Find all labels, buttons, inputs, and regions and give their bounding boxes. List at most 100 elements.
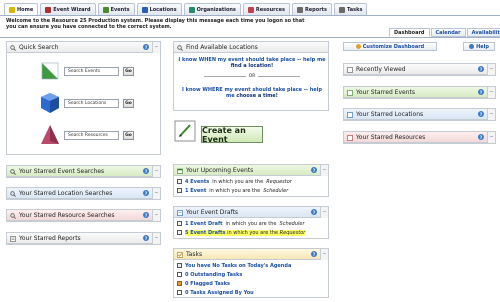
help-icon[interactable]: ? bbox=[143, 212, 149, 218]
star-icon bbox=[347, 89, 353, 96]
search-icon bbox=[10, 212, 16, 219]
minimize-icon[interactable]: − bbox=[320, 206, 328, 218]
starred-resource-searches-panel: Your Starred Resource Searches ? − bbox=[6, 209, 161, 222]
agenda-icon bbox=[177, 263, 182, 268]
star-icon bbox=[347, 134, 353, 141]
tasks-flagged-row[interactable]: 0 Flagged Tasks bbox=[174, 279, 328, 288]
tab-label: Locations bbox=[149, 6, 177, 13]
recently-viewed-title: Recently Viewed bbox=[356, 65, 406, 73]
tab-reports[interactable]: Reports bbox=[291, 3, 333, 15]
starred-event-searches-title: Your Starred Event Searches bbox=[19, 167, 105, 175]
organizations-icon bbox=[188, 6, 195, 13]
drafts-requestor-row[interactable]: 5 Event Drafts in which you are the Requ… bbox=[174, 228, 328, 237]
search-events-input[interactable]: Search Events bbox=[64, 66, 119, 76]
or-divider: OR bbox=[174, 74, 330, 79]
help-button[interactable]: Help bbox=[463, 42, 495, 51]
tab-dashboard[interactable]: Dashboard bbox=[389, 28, 430, 37]
draft-icon bbox=[177, 230, 182, 235]
help-icon[interactable]: ? bbox=[478, 134, 484, 140]
customize-dashboard-button[interactable]: Customize Dashboard bbox=[343, 42, 437, 51]
search-resources-row: Search Resources Go bbox=[40, 124, 134, 146]
starred-reports-title: Your Starred Reports bbox=[19, 234, 81, 242]
tab-home[interactable]: Home bbox=[4, 3, 39, 15]
help-icon[interactable]: ? bbox=[311, 251, 317, 257]
find-by-when-link[interactable]: I know WHEN my event should take place -… bbox=[178, 57, 326, 69]
create-event-icon[interactable] bbox=[174, 120, 196, 142]
starred-resources-panel: Your Starred Resources ? − bbox=[343, 131, 496, 144]
starred-locations-panel: Your Starred Locations ? − bbox=[343, 108, 496, 121]
minimize-icon[interactable]: − bbox=[152, 232, 160, 244]
minimize-icon[interactable]: − bbox=[152, 41, 160, 53]
help-icon[interactable]: ? bbox=[143, 44, 149, 50]
minimize-icon[interactable]: − bbox=[487, 108, 495, 120]
quick-search-panel: Quick Search ? − Search Events Go Search… bbox=[6, 41, 161, 155]
search-locations-input[interactable]: Search Locations bbox=[64, 98, 119, 108]
starred-location-searches-header: Your Starred Location Searches ? − bbox=[7, 187, 160, 199]
tab-tasks[interactable]: Tasks bbox=[334, 3, 368, 15]
view-tabs: Dashboard Calendar Availability bbox=[389, 28, 500, 37]
upcoming-events-title: Your Upcoming Events bbox=[186, 166, 254, 174]
starred-resource-searches-title: Your Starred Resource Searches bbox=[19, 211, 115, 219]
tasks-assigned-row[interactable]: 0 Tasks Assigned By You bbox=[174, 288, 328, 297]
find-by-where-link[interactable]: I know WHERE my event should take place … bbox=[178, 87, 326, 99]
help-icon[interactable]: ? bbox=[478, 66, 484, 72]
event-drafts-title: Your Event Drafts bbox=[186, 208, 239, 216]
event-drafts-header: Your Event Drafts ? − bbox=[174, 206, 328, 218]
minimize-icon[interactable]: − bbox=[152, 187, 160, 199]
minimize-icon[interactable]: − bbox=[152, 209, 160, 221]
upcoming-requestor-row[interactable]: 4 Events in which you are the Requestor bbox=[174, 177, 328, 186]
minimize-icon[interactable]: − bbox=[487, 63, 495, 75]
minimize-icon[interactable]: − bbox=[487, 131, 495, 143]
upcoming-scheduler-row[interactable]: 1 Event in which you are the Scheduler bbox=[174, 186, 328, 195]
tab-calendar[interactable]: Calendar bbox=[430, 28, 466, 37]
draft-icon bbox=[177, 221, 182, 226]
starred-events-header: Your Starred Events ? − bbox=[344, 86, 495, 98]
find-locations-panel: Find Available Locations I know WHEN my … bbox=[173, 41, 329, 111]
search-resources-input[interactable]: Search Resources bbox=[64, 130, 119, 140]
events-icon bbox=[102, 6, 109, 13]
minimize-icon[interactable]: − bbox=[320, 164, 328, 176]
tasks-header: Tasks ? − bbox=[174, 248, 328, 260]
tab-label: Resources bbox=[255, 6, 285, 13]
tab-label: Tasks bbox=[347, 6, 363, 13]
home-icon bbox=[9, 6, 15, 13]
help-icon[interactable]: ? bbox=[311, 167, 317, 173]
minimize-icon[interactable]: − bbox=[320, 248, 328, 260]
help-icon[interactable]: ? bbox=[143, 168, 149, 174]
create-event-button[interactable]: Create an Event bbox=[201, 126, 263, 144]
starred-events-title: Your Starred Events bbox=[356, 88, 415, 96]
starred-locations-header: Your Starred Locations ? − bbox=[344, 108, 495, 120]
minimize-icon[interactable]: − bbox=[487, 86, 495, 98]
help-icon[interactable]: ? bbox=[143, 235, 149, 241]
tab-events[interactable]: Events bbox=[97, 3, 135, 15]
upcoming-events-panel: Your Upcoming Events ? − 4 Events in whi… bbox=[173, 164, 329, 197]
reports-icon bbox=[296, 6, 303, 13]
starred-locations-title: Your Starred Locations bbox=[356, 110, 424, 118]
tab-label: Organizations bbox=[196, 6, 236, 13]
find-locations-header: Find Available Locations bbox=[174, 42, 328, 53]
help-icon[interactable]: ? bbox=[478, 89, 484, 95]
tab-locations[interactable]: Locations bbox=[136, 3, 182, 15]
help-icon[interactable]: ? bbox=[478, 111, 484, 117]
tab-availability[interactable]: Availability bbox=[466, 28, 500, 37]
gear-icon bbox=[355, 44, 361, 49]
event-drafts-panel: Your Event Drafts ? − 1 Event Draft in w… bbox=[173, 206, 329, 239]
star-icon bbox=[347, 111, 353, 118]
tab-event-wizard[interactable]: Event Wizard bbox=[40, 3, 96, 15]
main-tab-bar: Home Event Wizard Events Locations Organizat… bbox=[4, 3, 368, 15]
tasks-outstanding-row[interactable]: 0 Outstanding Tasks bbox=[174, 270, 328, 279]
search-resources-go-button[interactable]: Go bbox=[123, 130, 134, 140]
help-icon[interactable]: ? bbox=[143, 190, 149, 196]
help-icon[interactable]: ? bbox=[311, 209, 317, 215]
report-icon bbox=[10, 235, 16, 242]
search-locations-go-button[interactable]: Go bbox=[123, 98, 134, 108]
minimize-icon[interactable]: − bbox=[152, 165, 160, 177]
tasks-agenda-row[interactable]: You have No Tasks on Today's Agenda bbox=[174, 261, 328, 270]
tab-organizations[interactable]: Organizations bbox=[183, 3, 241, 15]
event-wizard-icon bbox=[45, 6, 52, 13]
drafts-scheduler-row[interactable]: 1 Event Draft in which you are the Sched… bbox=[174, 219, 328, 228]
search-events-go-button[interactable]: Go bbox=[123, 66, 134, 76]
tab-label: Home bbox=[17, 6, 34, 13]
search-events-row: Search Events Go bbox=[40, 61, 134, 81]
tab-resources[interactable]: Resources bbox=[242, 3, 290, 15]
